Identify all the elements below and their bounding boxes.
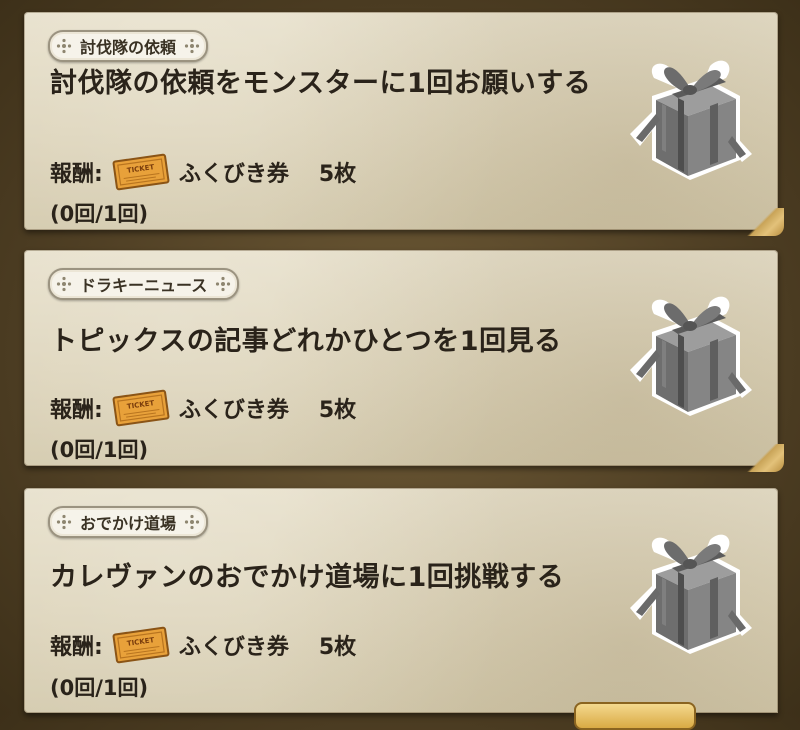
reward-label: 報酬:: [50, 398, 103, 423]
reward-row: 報酬: ふくびき券 5枚: [50, 152, 356, 192]
gift-box-icon[interactable]: [622, 530, 754, 658]
category-tag: 討伐隊の依頼: [48, 30, 209, 62]
ornament-icon: [184, 38, 200, 54]
mission-title: カレヴァンのおでかけ道場に1回挑戦する: [50, 562, 565, 593]
reward-quantity: 5枚: [318, 162, 357, 187]
ornament-icon: [215, 276, 231, 292]
ticket-icon: [111, 152, 171, 192]
mission-progress: (0回/1回): [50, 676, 149, 700]
reward-item: ふくびき券: [178, 398, 289, 423]
ticket-icon: [111, 625, 171, 665]
category-label: 討伐隊の依頼: [80, 38, 177, 57]
reward-item: ふくびき券: [178, 635, 289, 660]
mission-title: 討伐隊の依頼をモンスターに1回お願いする: [50, 68, 592, 99]
mission-title: トピックスの記事どれかひとつを1回見る: [50, 326, 562, 357]
reward-quantity: 5枚: [318, 398, 357, 423]
reward-label: 報酬:: [50, 162, 103, 187]
reward-row: 報酬: ふくびき券 5枚: [50, 625, 356, 665]
category-tag: おでかけ道場: [48, 506, 209, 538]
ticket-icon: [111, 388, 171, 428]
category-label: おでかけ道場: [80, 514, 177, 533]
mission-progress: (0回/1回): [50, 438, 149, 462]
ornament-icon: [184, 514, 200, 530]
mission-card[interactable]: 討伐隊の依頼 討伐隊の依頼をモンスターに1回お願いする 報酬: ふくびき券 5枚…: [24, 12, 784, 236]
ornament-icon: [56, 38, 72, 54]
gift-box-icon[interactable]: [622, 292, 754, 420]
reward-quantity: 5枚: [318, 635, 357, 660]
mission-progress: (0回/1回): [50, 202, 149, 226]
ornament-icon: [56, 276, 72, 292]
gift-box-icon[interactable]: [622, 56, 754, 184]
category-tag: ドラキーニュース: [48, 268, 240, 300]
partial-bottom-button[interactable]: [574, 702, 696, 730]
reward-label: 報酬:: [50, 635, 103, 660]
mission-card[interactable]: おでかけ道場 カレヴァンのおでかけ道場に1回挑戦する 報酬: ふくびき券 5枚 …: [24, 488, 778, 713]
reward-row: 報酬: ふくびき券 5枚: [50, 388, 356, 428]
ornament-icon: [56, 514, 72, 530]
reward-item: ふくびき券: [178, 162, 289, 187]
mission-card[interactable]: ドラキーニュース トピックスの記事どれかひとつを1回見る 報酬: ふくびき券 5…: [24, 250, 784, 472]
category-label: ドラキーニュース: [80, 276, 208, 295]
